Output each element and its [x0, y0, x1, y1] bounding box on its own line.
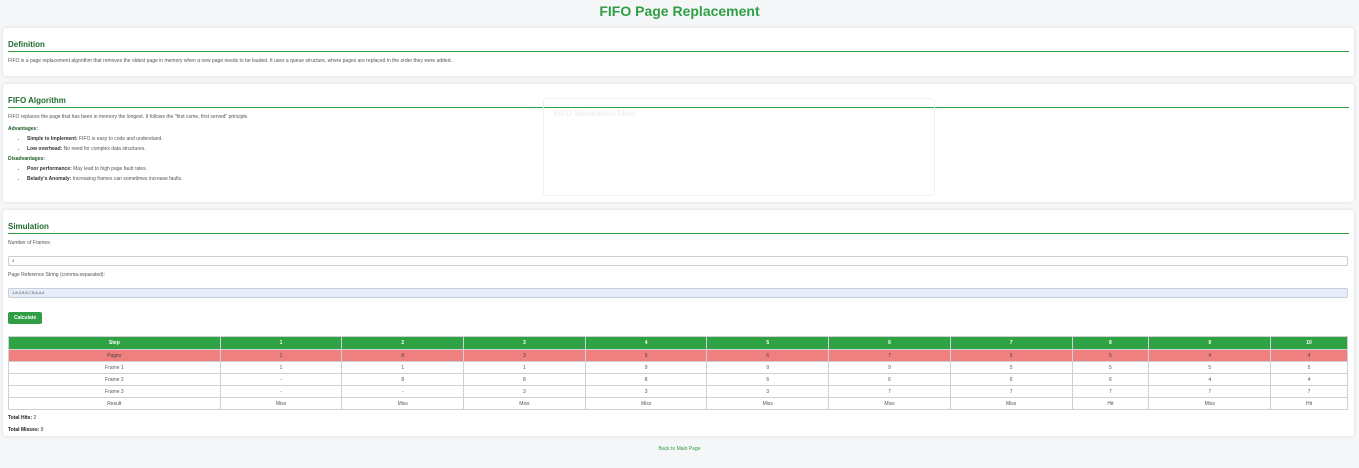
table-cell: 5 — [1270, 361, 1348, 374]
table-cell: 9 — [706, 361, 830, 374]
table-cell: 7 — [949, 385, 1073, 398]
table-cell: 1 — [219, 361, 343, 374]
table-cell: 5 — [949, 349, 1073, 362]
table-cell: Miss — [219, 397, 343, 410]
table-cell: 3 — [584, 385, 708, 398]
table-cell: Miss — [1148, 397, 1272, 410]
table-cell: 4 — [1270, 349, 1348, 362]
table-header-cell: 2 — [341, 336, 465, 350]
table-cell: 7 — [1148, 385, 1272, 398]
table-row-label: Frame 1 — [8, 361, 221, 374]
table-row: Result Miss Miss Miss Miss Miss Miss Miss Hit Mis… — [8, 397, 1348, 410]
faded-diagram-title: FIFO Simulation Flow — [554, 109, 636, 118]
table-cell: 3 — [463, 349, 586, 362]
table-header-row: Step 1 2 3 4 5 6 7 8 9 10 — [8, 336, 1348, 350]
total-misses: Total Misses: 8 — [8, 427, 44, 433]
definition-heading: Definition — [8, 40, 1349, 52]
table-row-label: Result — [8, 397, 221, 410]
table-header-cell: 9 — [1148, 336, 1272, 350]
table-row: Frame 3--33377777 — [8, 385, 1348, 398]
table-cell: Hit — [1270, 397, 1348, 410]
table-cell: 4 — [1148, 373, 1272, 386]
table-cell: 5 — [1148, 361, 1272, 374]
table-row: Pages 1 8 3 9 6 7 5 6 4 4 — [8, 349, 1348, 362]
table-cell: 1 — [463, 361, 586, 374]
table-header-cell: 10 — [1270, 336, 1348, 350]
table-header-cell: 6 — [828, 336, 951, 350]
table-cell: 7 — [1071, 385, 1150, 398]
table-cell: 6 — [1071, 349, 1150, 362]
total-hits: Total Hits: 2 — [8, 415, 37, 421]
table-cell: Miss — [584, 397, 708, 410]
frames-input[interactable] — [8, 255, 1348, 266]
table-row: Frame 2-888666644 — [8, 373, 1348, 386]
table-header-cell: 3 — [463, 336, 586, 350]
table-cell: Miss — [706, 397, 830, 410]
table-cell: Miss — [828, 397, 951, 410]
table-cell: 8 — [584, 373, 708, 386]
reference-string-input[interactable] — [8, 287, 1348, 298]
table-cell: 6 — [1071, 373, 1150, 386]
table-cell: - — [219, 373, 343, 386]
table-cell: Miss — [341, 397, 465, 410]
table-header-step: Step — [8, 336, 221, 350]
table-cell: 9 — [584, 349, 708, 362]
calculate-button[interactable]: Calculate — [8, 312, 43, 324]
table-cell: 6 — [706, 373, 830, 386]
table-cell: 7 — [828, 349, 951, 362]
table-cell: 6 — [949, 373, 1073, 386]
table-cell: 9 — [584, 361, 708, 374]
table-cell: 9 — [828, 361, 951, 374]
table-row: Frame 11119995555 — [8, 361, 1348, 374]
simulation-table: Step 1 2 3 4 5 6 7 8 9 10 Pages 1 8 3 9 6 7 5 6 4 4 Frame 111… — [8, 336, 1348, 410]
table-row-label: Pages — [8, 349, 221, 362]
table-cell: Hit — [1071, 397, 1150, 410]
table-cell: 8 — [463, 373, 586, 386]
table-cell: - — [219, 385, 343, 398]
table-header-cell: 5 — [706, 336, 830, 350]
table-header-cell: 8 — [1071, 336, 1150, 350]
table-cell: Miss — [949, 397, 1073, 410]
table-cell: 3 — [463, 385, 586, 398]
table-cell: 5 — [949, 361, 1073, 374]
algorithm-card: FIFO Algorithm FIFO replaces the page th… — [3, 84, 1354, 202]
simulation-card: Simulation Number of Frames: Page Refere… — [3, 210, 1354, 436]
table-cell: 5 — [1071, 361, 1150, 374]
table-header-cell: 7 — [949, 336, 1073, 350]
table-cell: 7 — [1270, 385, 1348, 398]
simulation-heading: Simulation — [8, 222, 1349, 234]
table-cell: - — [341, 385, 465, 398]
frames-label: Number of Frames: — [8, 240, 52, 246]
table-header-cell: 4 — [584, 336, 708, 350]
table-cell: 6 — [706, 349, 830, 362]
page-title: FIFO Page Replacement — [599, 3, 760, 19]
faded-diagram-panel: FIFO Simulation Flow — [543, 98, 935, 196]
table-cell: 8 — [341, 373, 465, 386]
table-row-label: Frame 3 — [8, 385, 221, 398]
table-cell: 7 — [828, 385, 951, 398]
table-cell: 8 — [341, 349, 465, 362]
table-cell: 4 — [1270, 373, 1348, 386]
table-cell: 6 — [828, 373, 951, 386]
table-row-label: Frame 2 — [8, 373, 221, 386]
table-cell: 3 — [706, 385, 830, 398]
table-cell: Miss — [463, 397, 586, 410]
back-to-main-link[interactable]: Back to Main Page — [0, 446, 1359, 452]
definition-card: Definition FIFO is a page replacement al… — [3, 28, 1354, 76]
reference-string-label: Page Reference String (comma-separated): — [8, 272, 105, 278]
table-header-cell: 1 — [219, 336, 343, 350]
table-cell: 1 — [341, 361, 465, 374]
table-cell: 1 — [219, 349, 343, 362]
table-cell: 4 — [1148, 349, 1272, 362]
definition-text: FIFO is a page replacement algorithm tha… — [8, 58, 452, 64]
